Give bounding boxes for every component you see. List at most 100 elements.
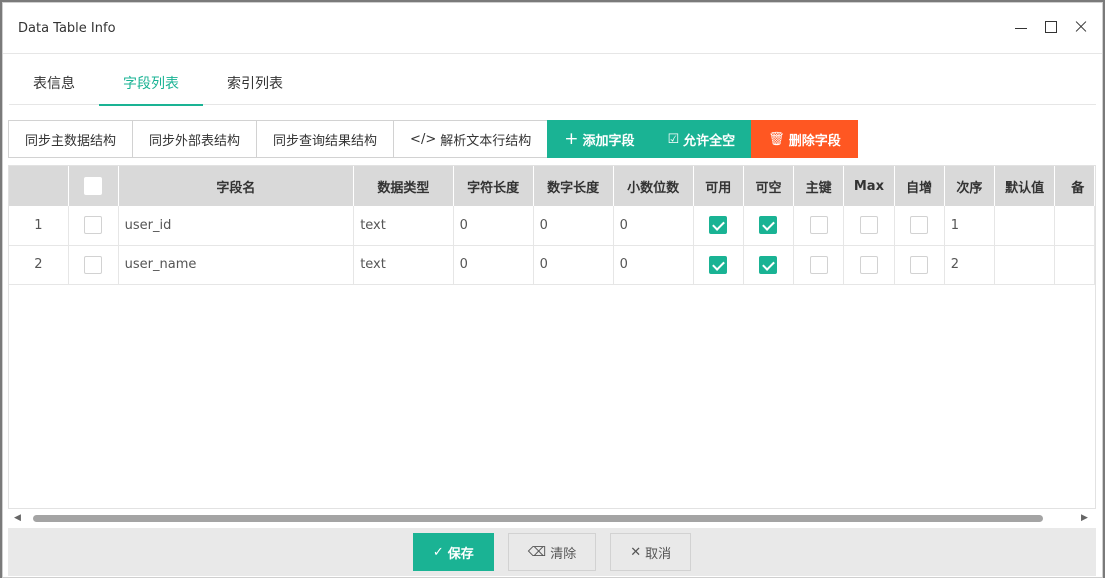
header-index	[9, 166, 69, 206]
row-index: 1	[9, 206, 69, 246]
row-select-checkbox[interactable]	[84, 216, 103, 235]
row-select-checkbox[interactable]	[84, 255, 103, 274]
enabled-cell	[693, 206, 744, 246]
data-type-cell[interactable]: text	[353, 245, 454, 285]
enabled-checkbox[interactable]	[709, 255, 728, 274]
clear-button[interactable]: ⌫ 清除	[507, 533, 597, 571]
header-max[interactable]: Max	[843, 166, 895, 206]
allow-all-null-button[interactable]: ☑ 允许全空	[650, 120, 753, 158]
maximize-icon[interactable]	[1044, 20, 1058, 34]
trash-icon: 🗑	[768, 131, 785, 147]
num-length-cell[interactable]: 0	[533, 206, 614, 246]
order-cell[interactable]: 2	[944, 245, 995, 285]
row-select-cell	[68, 206, 119, 246]
table-header-row: 字段名 数据类型 字符长度 数字长度 小数位数 可用 可空 主键 Max 自增 …	[9, 166, 1095, 206]
tab-index-list[interactable]: 索引列表	[203, 69, 307, 105]
scrollbar-thumb[interactable]	[33, 515, 1043, 522]
order-cell[interactable]: 1	[944, 206, 995, 246]
auto-inc-checkbox[interactable]	[910, 216, 929, 235]
sync-master-structure-button[interactable]: 同步主数据结构	[8, 120, 134, 158]
remark-cell[interactable]	[1054, 245, 1095, 285]
code-icon: </>	[410, 131, 437, 147]
max-checkbox[interactable]	[859, 216, 878, 235]
window-controls	[1014, 20, 1088, 34]
decimals-cell[interactable]: 0	[613, 206, 694, 246]
header-field-name[interactable]: 字段名	[118, 166, 355, 206]
remark-cell[interactable]	[1054, 206, 1095, 246]
header-default[interactable]: 默认值	[994, 166, 1056, 206]
delete-field-button[interactable]: 🗑 删除字段	[751, 120, 858, 158]
eraser-icon: ⌫	[527, 544, 547, 560]
save-button[interactable]: ✓ 保存	[412, 533, 494, 571]
sync-query-structure-button[interactable]: 同步查询结果结构	[256, 120, 395, 158]
nullable-cell	[743, 206, 795, 246]
scroll-left-icon[interactable]: ◀	[14, 511, 21, 525]
data-table-info-dialog: Data Table Info 表信息 字段列表 索引列表 同步主数据结构 同步…	[2, 2, 1103, 578]
table-row[interactable]: 2 user_name text 0 0 0 2	[9, 245, 1095, 285]
header-char-length[interactable]: 字符长度	[453, 166, 534, 206]
header-order[interactable]: 次序	[944, 166, 995, 206]
select-all-checkbox[interactable]	[84, 177, 103, 195]
enabled-cell	[693, 245, 744, 285]
scroll-right-icon[interactable]: ▶	[1081, 511, 1088, 525]
header-num-length[interactable]: 数字长度	[533, 166, 614, 206]
enabled-checkbox[interactable]	[709, 216, 728, 235]
toolbar: 同步主数据结构 同步外部表结构 同步查询结果结构 </> 解析文本行结构 + 添加字…	[8, 120, 858, 158]
header-enabled[interactable]: 可用	[693, 166, 744, 206]
decimals-cell[interactable]: 0	[613, 245, 694, 285]
char-length-cell[interactable]: 0	[453, 206, 534, 246]
default-cell[interactable]	[994, 206, 1056, 246]
checkbox-icon: ☑	[667, 131, 680, 147]
row-select-cell	[68, 245, 119, 285]
header-remark[interactable]: 备	[1054, 166, 1095, 206]
window-title: Data Table Info	[18, 20, 116, 36]
header-primary-key[interactable]: 主键	[793, 166, 845, 206]
parse-text-structure-button[interactable]: </> 解析文本行结构	[393, 120, 549, 158]
table-row[interactable]: 1 user_id text 0 0 0 1	[9, 206, 1095, 246]
save-label: 保存	[447, 546, 474, 562]
sync-master-label: 同步主数据结构	[25, 133, 117, 149]
add-field-label: 添加字段	[582, 133, 635, 149]
tab-field-list[interactable]: 字段列表	[99, 69, 203, 106]
row-index: 2	[9, 245, 69, 285]
data-type-cell[interactable]: text	[353, 206, 454, 246]
auto-inc-cell	[894, 245, 945, 285]
delete-field-label: 删除字段	[788, 133, 841, 149]
tab-bar: 表信息 字段列表 索引列表	[9, 69, 1096, 106]
minimize-icon[interactable]	[1014, 20, 1028, 34]
auto-inc-cell	[894, 206, 945, 246]
sync-external-label: 同步外部表结构	[149, 133, 241, 149]
primary-key-checkbox[interactable]	[809, 216, 828, 235]
max-cell	[843, 245, 895, 285]
tab-table-info[interactable]: 表信息	[9, 69, 99, 105]
char-length-cell[interactable]: 0	[453, 245, 534, 285]
header-data-type[interactable]: 数据类型	[353, 166, 454, 206]
auto-inc-checkbox[interactable]	[910, 255, 929, 274]
field-name-cell[interactable]: user_id	[118, 206, 355, 246]
allow-all-null-label: 允许全空	[683, 133, 736, 149]
sync-external-structure-button[interactable]: 同步外部表结构	[132, 120, 258, 158]
num-length-cell[interactable]: 0	[533, 245, 614, 285]
fields-table: 字段名 数据类型 字符长度 数字长度 小数位数 可用 可空 主键 Max 自增 …	[8, 165, 1096, 509]
add-field-button[interactable]: + 添加字段	[547, 120, 652, 158]
header-decimals[interactable]: 小数位数	[613, 166, 694, 206]
x-icon: ✕	[630, 544, 642, 560]
primary-key-checkbox[interactable]	[809, 255, 828, 274]
primary-key-cell	[793, 245, 845, 285]
nullable-cell	[743, 245, 795, 285]
max-cell	[843, 206, 895, 246]
nullable-checkbox[interactable]	[759, 255, 778, 274]
primary-key-cell	[793, 206, 845, 246]
header-nullable[interactable]: 可空	[743, 166, 795, 206]
field-name-cell[interactable]: user_name	[118, 245, 355, 285]
header-select-all	[68, 166, 119, 206]
check-icon: ✓	[432, 544, 444, 560]
nullable-checkbox[interactable]	[759, 216, 778, 235]
default-cell[interactable]	[994, 245, 1056, 285]
dialog-footer: ✓ 保存 ⌫ 清除 ✕ 取消	[8, 528, 1096, 576]
header-auto-inc[interactable]: 自增	[894, 166, 945, 206]
close-icon[interactable]	[1074, 20, 1088, 34]
horizontal-scrollbar[interactable]: ◀ ▶	[8, 511, 1096, 525]
cancel-button[interactable]: ✕ 取消	[610, 533, 692, 571]
max-checkbox[interactable]	[859, 255, 878, 274]
